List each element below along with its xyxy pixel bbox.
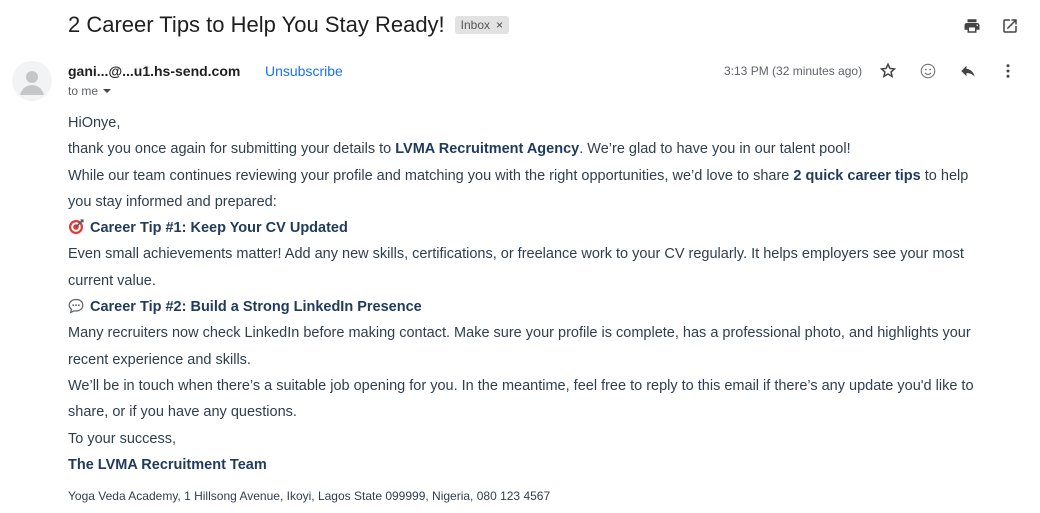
- tip1-title: Career Tip #1: Keep Your CV Updated: [90, 220, 348, 237]
- tip2-title: Career Tip #2: Build a Strong LinkedIn P…: [90, 299, 422, 316]
- tip1-text-line1: Even small achievements matter! Add any …: [68, 246, 964, 263]
- sender-avatar[interactable]: [12, 61, 52, 101]
- text-segment: While our team continues reviewing your …: [68, 167, 794, 184]
- open-in-new-window-icon[interactable]: [1000, 16, 1020, 36]
- emoji-reaction-icon[interactable]: [918, 61, 938, 81]
- more-vertical-icon[interactable]: [998, 61, 1018, 81]
- email-subject: 2 Career Tips to Help You Stay Ready!: [68, 12, 445, 37]
- inbox-label-chip[interactable]: Inbox ×: [454, 16, 510, 34]
- sender-address[interactable]: gani...@...u1.hs-send.com: [68, 63, 240, 79]
- target-emoji-icon: [69, 219, 84, 235]
- remove-label-button[interactable]: ×: [496, 18, 503, 32]
- text-segment: to help: [920, 167, 969, 184]
- closing-line1: We’ll be in touch when there’s a suitabl…: [68, 377, 974, 394]
- inbox-label-text: Inbox: [460, 18, 491, 32]
- email-body: HiOnye, thank you once again for submitt…: [68, 110, 1018, 478]
- text-segment: thank you once again for submitting your…: [68, 141, 396, 158]
- unsubscribe-link[interactable]: Unsubscribe: [265, 63, 343, 79]
- paragraph-intro-cont: you stay informed and prepared:: [68, 193, 277, 210]
- tip1-text-line2: current value.: [68, 272, 156, 289]
- signoff: To your success,: [68, 430, 176, 447]
- speech-bubble-emoji-icon: [68, 298, 84, 314]
- person-icon: [20, 71, 44, 95]
- tip1-heading: Career Tip #1: Keep Your CV Updated: [68, 215, 1018, 241]
- email-header: 2 Career Tips to Help You Stay Ready! In…: [68, 12, 510, 38]
- greeting: HiOnye,: [68, 115, 121, 131]
- print-icon[interactable]: [962, 16, 982, 36]
- tip2-heading: Career Tip #2: Build a Strong LinkedIn P…: [68, 294, 1018, 320]
- email-timestamp: 3:13 PM (32 minutes ago): [724, 64, 863, 78]
- closing-line2: share, or if you have any questions.: [68, 404, 297, 421]
- tip2-text-line2: recent experience and skills.: [68, 351, 251, 368]
- recipient-details[interactable]: to me: [68, 84, 112, 98]
- text-segment: . We’re glad to have you in our talent p…: [579, 141, 851, 158]
- message-actions: [878, 61, 1018, 81]
- agency-name: LVMA Recruitment Agency: [395, 141, 580, 158]
- chevron-down-icon[interactable]: [102, 86, 112, 96]
- tip2-text-line1: Many recruiters now check LinkedIn befor…: [68, 325, 971, 342]
- footer-address: Yoga Veda Academy, 1 Hillsong Avenue, Ik…: [68, 489, 551, 503]
- recipient-text: to me: [68, 84, 99, 98]
- paragraph-intro: While our team continues reviewing your …: [68, 163, 1018, 189]
- signature: The LVMA Recruitment Team: [68, 456, 267, 473]
- tips-highlight: 2 quick career tips: [793, 167, 921, 184]
- paragraph-thanks: thank you once again for submitting your…: [68, 136, 1018, 162]
- reply-icon[interactable]: [958, 61, 978, 81]
- header-actions: [962, 16, 1020, 36]
- star-icon[interactable]: [878, 61, 898, 81]
